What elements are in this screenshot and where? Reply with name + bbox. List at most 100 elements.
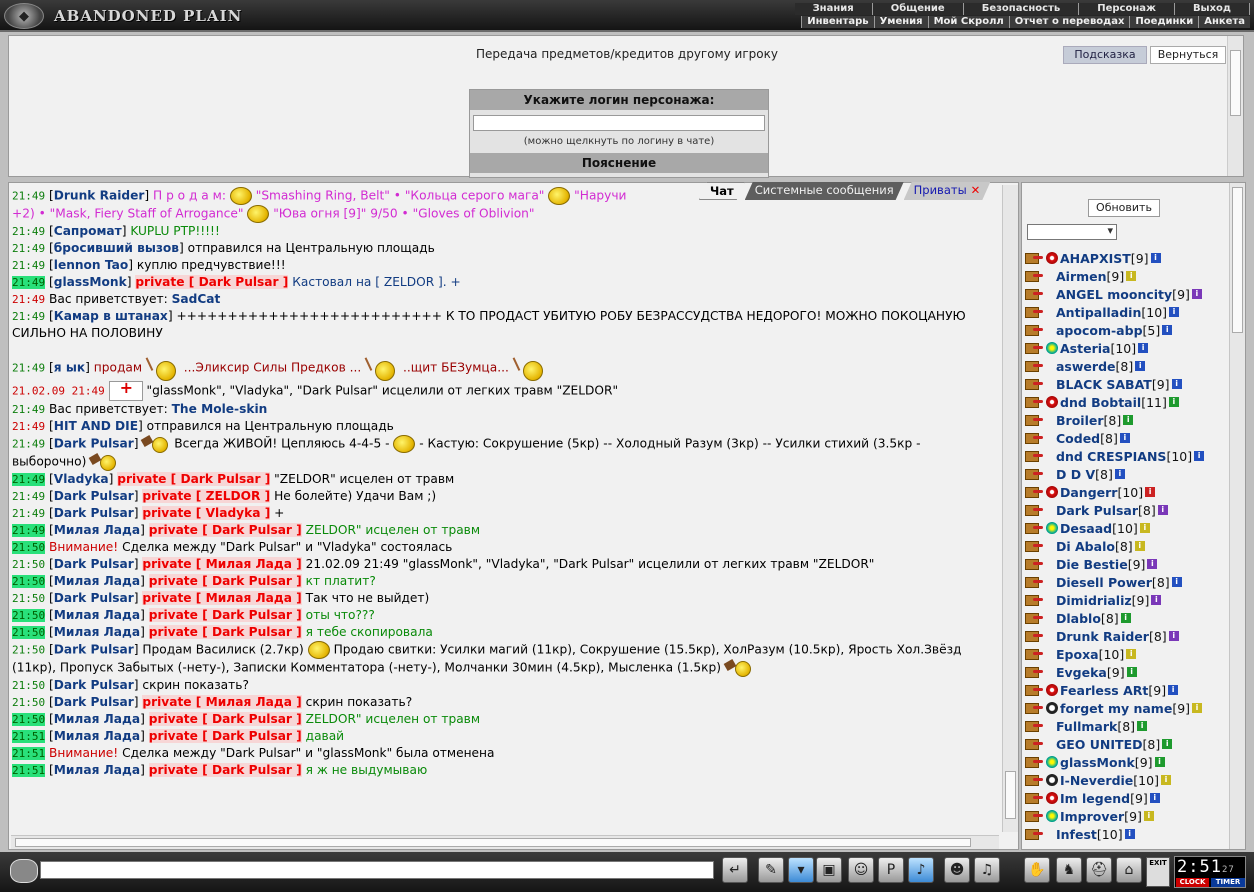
player-row[interactable]: dnd CRESPIANS [10] i	[1024, 447, 1230, 465]
private-target[interactable]: private [ Милая Лада ]	[142, 695, 302, 709]
private-target[interactable]: private [ Dark Pulsar ]	[148, 729, 302, 743]
player-row[interactable]: Improver [9] i	[1024, 807, 1230, 825]
player-row[interactable]: GEO UNITED [8] i	[1024, 735, 1230, 753]
scroll-thumb[interactable]	[15, 838, 971, 847]
toilet-icon[interactable]: ⌂	[1116, 857, 1142, 883]
private-target[interactable]: private [ Vladyka ]	[142, 506, 271, 520]
chat-nick[interactable]: Dark Pulsar	[54, 678, 134, 692]
menu-character[interactable]: Персонаж	[1079, 3, 1175, 15]
player-row[interactable]: Fullmark [8] i	[1024, 717, 1230, 735]
player-name[interactable]: I-Neverdie	[1060, 773, 1133, 788]
private-target[interactable]: private [ Dark Pulsar ]	[135, 275, 289, 289]
player-row[interactable]: apocom-abp [5] i	[1024, 321, 1230, 339]
top-scrollbar[interactable]	[1227, 36, 1243, 176]
info-icon[interactable]: i	[1160, 775, 1171, 785]
submenu-skills[interactable]: Умения	[873, 16, 928, 28]
info-icon[interactable]: i	[1120, 613, 1131, 623]
info-icon[interactable]: i	[1124, 829, 1135, 839]
private-target[interactable]: private [ Dark Pulsar ]	[117, 472, 271, 486]
chat-nick[interactable]: Dark Pulsar	[54, 643, 134, 657]
player-name[interactable]: apocom-abp	[1056, 323, 1143, 338]
helmet-icon[interactable]: ⛑	[1086, 857, 1112, 883]
message-input[interactable]	[40, 861, 714, 879]
info-icon[interactable]: i	[1123, 415, 1134, 425]
smiley-icon[interactable]: ☻	[944, 857, 970, 883]
private-arrow-icon[interactable]	[1024, 701, 1046, 715]
private-arrow-icon[interactable]	[1024, 539, 1046, 553]
players-scrollbar[interactable]	[1229, 183, 1245, 849]
hint-button[interactable]: Подсказка	[1063, 46, 1147, 64]
info-icon[interactable]: i	[1168, 631, 1179, 641]
submenu-transfer-report[interactable]: Отчет о переводах	[1008, 16, 1130, 28]
message-text[interactable]: The Mole-skin	[172, 402, 268, 416]
player-row[interactable]: Desaad [10] i	[1024, 519, 1230, 537]
clock-label[interactable]: CLOCK	[1176, 878, 1209, 887]
player-name[interactable]: dnd Bobtail	[1060, 395, 1141, 410]
eraser-icon[interactable]: ✎	[758, 857, 784, 883]
music-icon[interactable]: ♪	[908, 857, 934, 883]
private-arrow-icon[interactable]	[1024, 485, 1046, 499]
info-icon[interactable]: i	[1192, 703, 1203, 713]
info-icon[interactable]: i	[1194, 451, 1205, 461]
player-row[interactable]: Fearless ARt [9] i	[1024, 681, 1230, 699]
player-row[interactable]: Infest [10] i	[1024, 825, 1230, 843]
send-icon[interactable]: ↵	[722, 857, 748, 883]
private-arrow-icon[interactable]	[1024, 809, 1046, 823]
info-icon[interactable]: i	[1191, 289, 1202, 299]
private-arrow-icon[interactable]	[1024, 323, 1046, 337]
info-icon[interactable]: i	[1154, 757, 1165, 767]
chat-nick[interactable]: Милая Лада	[54, 763, 140, 777]
menu-communication[interactable]: Общение	[872, 3, 964, 15]
player-name[interactable]: GEO UNITED	[1056, 737, 1142, 752]
player-name[interactable]: Drunk Raider	[1056, 629, 1149, 644]
info-icon[interactable]: i	[1157, 505, 1168, 515]
player-name[interactable]: BLACK SABAT	[1056, 377, 1152, 392]
private-target[interactable]: private [ Dark Pulsar ]	[148, 712, 302, 726]
player-name[interactable]: Diesell Power	[1056, 575, 1152, 590]
player-row[interactable]: forget my name [9] i	[1024, 699, 1230, 717]
chat-nick[interactable]: HIT AND DIE	[54, 419, 138, 433]
private-arrow-icon[interactable]	[1024, 611, 1046, 625]
player-name[interactable]: Dangerr	[1060, 485, 1117, 500]
info-icon[interactable]: i	[1119, 433, 1130, 443]
menu-exit[interactable]: Выход	[1174, 3, 1250, 15]
info-icon[interactable]: i	[1145, 487, 1156, 497]
private-arrow-icon[interactable]	[1024, 251, 1046, 265]
player-row[interactable]: Drunk Raider [8] i	[1024, 627, 1230, 645]
chat-horizontal-scrollbar[interactable]	[11, 835, 999, 849]
private-arrow-icon[interactable]	[1024, 791, 1046, 805]
private-arrow-icon[interactable]	[1024, 395, 1046, 409]
info-icon[interactable]: i	[1135, 361, 1146, 371]
info-icon[interactable]: i	[1143, 811, 1154, 821]
private-target[interactable]: private [ ZELDOR ]	[142, 489, 271, 503]
private-arrow-icon[interactable]	[1024, 503, 1046, 517]
private-arrow-icon[interactable]	[1024, 287, 1046, 301]
chat-nick[interactable]: Dark Pulsar	[54, 695, 134, 709]
private-arrow-icon[interactable]	[1024, 377, 1046, 391]
private-arrow-icon[interactable]	[1024, 449, 1046, 463]
private-target[interactable]: private [ Dark Pulsar ]	[148, 625, 302, 639]
private-arrow-icon[interactable]	[1024, 773, 1046, 787]
player-icon[interactable]: ☺	[848, 857, 874, 883]
private-target[interactable]: private [ Милая Лада ]	[142, 557, 302, 571]
player-row[interactable]: glassMonk [9] i	[1024, 753, 1230, 771]
player-row[interactable]: Diesell Power [8] i	[1024, 573, 1230, 591]
player-row[interactable]: Die Bestie [9] i	[1024, 555, 1230, 573]
player-name[interactable]: Improver	[1060, 809, 1124, 824]
player-name[interactable]: glassMonk	[1060, 755, 1135, 770]
info-icon[interactable]: i	[1114, 469, 1125, 479]
private-arrow-icon[interactable]	[1024, 665, 1046, 679]
info-icon[interactable]: i	[1139, 523, 1150, 533]
info-icon[interactable]: i	[1126, 271, 1137, 281]
chat-vertical-scrollbar[interactable]	[1002, 185, 1018, 832]
character-icon[interactable]: ♞	[1056, 857, 1082, 883]
player-name[interactable]: Im legend	[1060, 791, 1130, 806]
player-name[interactable]: Dlablo	[1056, 611, 1101, 626]
player-name[interactable]: Asteria	[1060, 341, 1110, 356]
info-icon[interactable]: i	[1138, 343, 1149, 353]
private-arrow-icon[interactable]	[1024, 647, 1046, 661]
info-icon[interactable]: i	[1151, 595, 1162, 605]
player-row[interactable]: Dark Pulsar [8] i	[1024, 501, 1230, 519]
submenu-inventory[interactable]: Инвентарь	[801, 16, 874, 28]
private-arrow-icon[interactable]	[1024, 827, 1046, 841]
